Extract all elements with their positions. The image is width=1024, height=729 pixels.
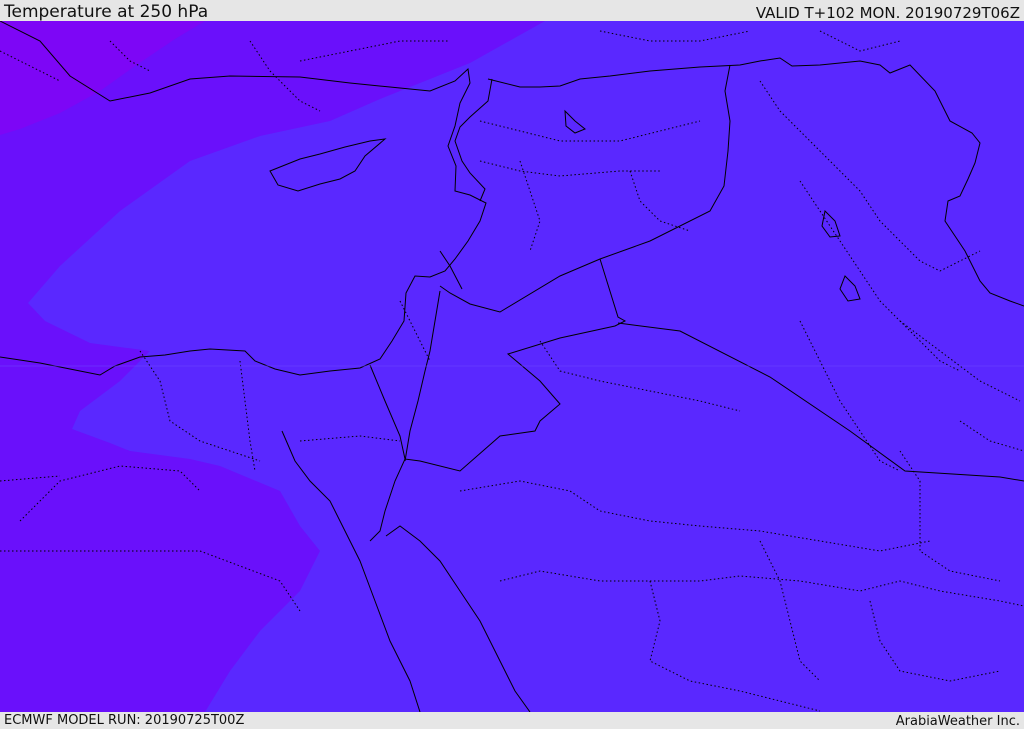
footer-bar: ECMWF MODEL RUN: 20190725T00Z ArabiaWeat… <box>0 712 1024 729</box>
model-run-label: ECMWF MODEL RUN: 20190725T00Z <box>4 713 245 728</box>
header-bar: Temperature at 250 hPa VALID T+102 MON. … <box>0 0 1024 21</box>
map-figure: Temperature at 250 hPa VALID T+102 MON. … <box>0 0 1024 729</box>
valid-time: VALID T+102 MON. 20190729T06Z <box>755 4 1020 22</box>
temperature-map-svg <box>0 21 1024 712</box>
credit-label: ArabiaWeather Inc. <box>895 714 1020 729</box>
map-title: Temperature at 250 hPa <box>4 2 209 22</box>
map-canvas <box>0 21 1024 712</box>
